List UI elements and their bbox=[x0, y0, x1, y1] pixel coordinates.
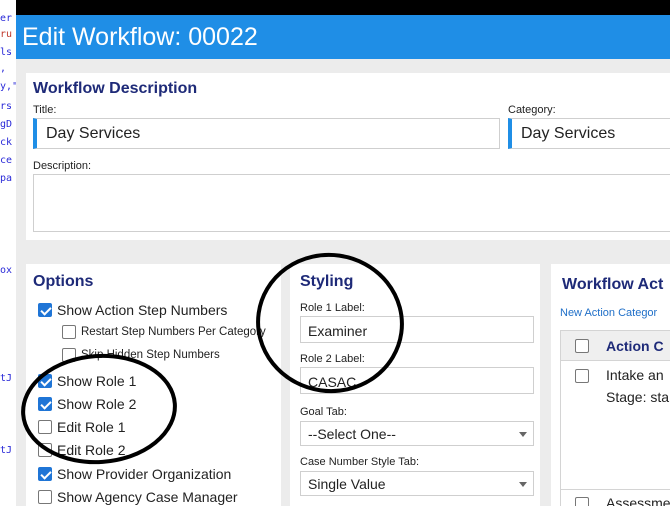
window-title: Edit Workflow: 00022 bbox=[22, 23, 258, 51]
option-edit-role-2[interactable]: Edit Role 2 bbox=[38, 442, 125, 458]
option-restart-step-numbers[interactable]: Restart Step Numbers Per Category bbox=[62, 325, 266, 339]
edit-workflow-window: Edit Workflow: 00022 Workflow Descriptio… bbox=[16, 4, 670, 506]
row-checkbox[interactable] bbox=[575, 497, 589, 506]
code-fragment: rs bbox=[0, 101, 13, 112]
option-show-action-step-numbers[interactable]: Show Action Step Numbers bbox=[38, 302, 227, 318]
option-label: Show Role 2 bbox=[57, 396, 137, 412]
code-fragment: y," bbox=[0, 81, 16, 92]
options-heading: Options bbox=[33, 273, 94, 290]
checkbox[interactable] bbox=[38, 374, 52, 388]
code-fragment: ls bbox=[0, 47, 13, 58]
title-bar: Edit Workflow: 00022 bbox=[16, 15, 670, 59]
code-fragment: er bbox=[0, 13, 13, 24]
new-action-category-link[interactable]: New Action Categor bbox=[560, 307, 657, 319]
case-number-style-value: Single Value bbox=[308, 476, 386, 492]
code-fragment: ox bbox=[0, 265, 13, 276]
goal-tab-value: --Select One-- bbox=[308, 426, 396, 442]
option-show-agency-case-manager[interactable]: Show Agency Case Manager bbox=[38, 489, 238, 505]
checkbox[interactable] bbox=[38, 490, 52, 504]
styling-heading: Styling bbox=[300, 273, 354, 290]
styling-panel: Styling Role 1 Label: Examiner Role 2 La… bbox=[290, 264, 540, 506]
action-stage: Stage: sta bbox=[606, 389, 670, 405]
role-1-label: Role 1 Label: bbox=[300, 302, 365, 314]
workflow-actions-panel: Workflow Act New Action Categor Action C… bbox=[551, 264, 670, 506]
category-select[interactable]: Day Services bbox=[508, 118, 670, 149]
option-label: Show Agency Case Manager bbox=[57, 489, 238, 505]
role-2-input[interactable]: CASAC bbox=[300, 367, 534, 394]
top-border bbox=[16, 4, 670, 15]
code-fragment: ck bbox=[0, 137, 13, 148]
code-fragment: ce bbox=[0, 155, 13, 166]
option-label: Edit Role 1 bbox=[57, 419, 126, 435]
select-all-checkbox[interactable] bbox=[575, 339, 589, 353]
workflow-actions-heading: Workflow Act bbox=[562, 276, 664, 293]
table-header: Action C bbox=[561, 331, 670, 361]
category-label: Category: bbox=[508, 104, 556, 116]
code-fragment: gD bbox=[0, 119, 13, 130]
options-panel: Options Show Action Step Numbers Restart… bbox=[26, 264, 281, 506]
option-show-role-2[interactable]: Show Role 2 bbox=[38, 396, 136, 412]
role-2-label: Role 2 Label: bbox=[300, 353, 365, 365]
row-checkbox[interactable] bbox=[575, 369, 589, 383]
code-fragment: tJ bbox=[0, 373, 13, 384]
title-label: Title: bbox=[33, 104, 57, 116]
option-skip-hidden-step-numbers[interactable]: Skip Hidden Step Numbers bbox=[62, 348, 220, 362]
description-textarea[interactable] bbox=[33, 174, 670, 232]
code-fragment: tJ bbox=[0, 445, 13, 456]
action-name: Intake an bbox=[606, 367, 664, 383]
workflow-actions-table: Action C Intake an Stage: sta Assessme bbox=[560, 330, 670, 506]
workflow-description-heading: Workflow Description bbox=[33, 80, 198, 97]
checkbox[interactable] bbox=[62, 325, 76, 339]
option-label: Restart Step Numbers Per Category bbox=[81, 326, 266, 338]
option-show-provider-organization[interactable]: Show Provider Organization bbox=[38, 466, 231, 482]
code-fragment: , bbox=[0, 63, 7, 74]
action-name: Assessme bbox=[606, 495, 670, 506]
chevron-down-icon bbox=[519, 482, 527, 487]
role-1-input[interactable]: Examiner bbox=[300, 316, 534, 343]
title-input[interactable]: Day Services bbox=[33, 118, 500, 149]
checkbox[interactable] bbox=[38, 303, 52, 317]
case-number-style-label: Case Number Style Tab: bbox=[300, 456, 420, 468]
checkbox[interactable] bbox=[62, 348, 76, 362]
code-fragment: ru bbox=[0, 29, 13, 40]
chevron-down-icon bbox=[519, 432, 527, 437]
row-divider bbox=[561, 489, 670, 490]
checkbox[interactable] bbox=[38, 397, 52, 411]
option-edit-role-1[interactable]: Edit Role 1 bbox=[38, 419, 125, 435]
option-label: Show Action Step Numbers bbox=[57, 302, 228, 318]
checkbox[interactable] bbox=[38, 443, 52, 457]
option-label: Show Role 1 bbox=[57, 373, 137, 389]
background-code-strip: er ru ls , y," rs gD ck ce pa ox tJ tJ bbox=[0, 0, 16, 506]
description-label: Description: bbox=[33, 160, 92, 172]
code-fragment: pa bbox=[0, 173, 13, 184]
checkbox[interactable] bbox=[38, 420, 52, 434]
goal-tab-select[interactable]: --Select One-- bbox=[300, 421, 534, 446]
checkbox[interactable] bbox=[38, 467, 52, 481]
action-category-column-header: Action C bbox=[606, 338, 664, 354]
option-label: Show Provider Organization bbox=[57, 466, 232, 482]
goal-tab-label: Goal Tab: bbox=[300, 406, 347, 418]
option-label: Skip Hidden Step Numbers bbox=[81, 349, 220, 361]
option-label: Edit Role 2 bbox=[57, 442, 126, 458]
option-show-role-1[interactable]: Show Role 1 bbox=[38, 373, 136, 389]
workflow-description-panel: Workflow Description Title: Day Services… bbox=[26, 73, 670, 240]
case-number-style-select[interactable]: Single Value bbox=[300, 471, 534, 496]
